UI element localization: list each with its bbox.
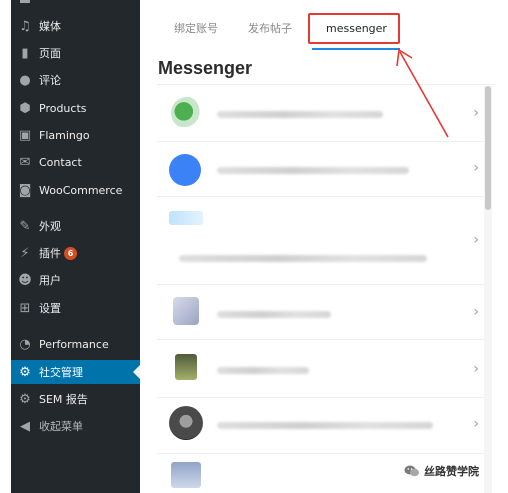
sidebar-item-label: Performance xyxy=(39,337,109,351)
sidebar-item-label: 媒体 xyxy=(39,20,61,33)
list-scrollbar[interactable] xyxy=(484,86,492,493)
sidebar-item-label: Flamingo xyxy=(39,128,90,142)
brush-icon: ✎ xyxy=(19,218,31,234)
sidebar-item-label: 收起菜单 xyxy=(39,420,83,433)
chevron-right-icon[interactable]: › xyxy=(473,233,479,247)
products-icon: ⬢ xyxy=(19,100,31,116)
comment-icon: ● xyxy=(19,72,31,88)
chevron-right-icon[interactable]: › xyxy=(473,161,479,175)
performance-icon: ◔ xyxy=(19,336,31,352)
avatar xyxy=(169,154,201,186)
sidebar-item-label: 外观 xyxy=(39,220,61,233)
chevron-right-icon[interactable]: › xyxy=(473,106,479,120)
redacted-page-name xyxy=(217,367,309,374)
tab-bind-account[interactable]: 绑定账号 xyxy=(174,14,218,42)
sidebar-collapse-menu[interactable]: ◀ 收起菜单 xyxy=(11,414,140,438)
page-title: Messenger xyxy=(158,58,253,78)
sidebar-item-flamingo[interactable]: ▣ Flamingo xyxy=(11,123,140,147)
woo-icon: ◙ xyxy=(18,182,32,198)
sidebar-item-settings[interactable]: ⊞ 设置 xyxy=(11,296,140,320)
list-item[interactable]: › xyxy=(157,142,487,197)
sidebar-item-woocommerce[interactable]: ◙ WooCommerce xyxy=(11,178,140,202)
media-icon: ♫ xyxy=(19,18,31,34)
sidebar-item-performance[interactable]: ◔ Performance xyxy=(11,332,140,356)
sidebar-item-label: Contact xyxy=(39,155,82,169)
admin-sidebar: ▬ ♫ 媒体 ▮ 页面 ● 评论 ⬢ Products ▣ Flamingo ✉… xyxy=(11,0,140,493)
sidebar-item-social-management[interactable]: ⚙ 社交管理 xyxy=(11,360,140,384)
settings-icon: ⊞ xyxy=(19,300,31,316)
plugin-icon: ⚡ xyxy=(20,245,30,261)
active-tab-indicator xyxy=(312,48,400,50)
avatar xyxy=(173,297,199,325)
sidebar-item-label: 社交管理 xyxy=(39,366,83,379)
user-icon: ☻ xyxy=(18,272,32,288)
avatar xyxy=(169,406,203,440)
sidebar-item-appearance[interactable]: ✎ 外观 xyxy=(11,214,140,238)
sidebar-item-label: SEM 报告 xyxy=(39,393,88,406)
sidebar-item-users[interactable]: ☻ 用户 xyxy=(11,268,140,292)
sidebar-item-media[interactable]: ♫ 媒体 xyxy=(11,14,140,38)
collapse-icon: ◀ xyxy=(20,418,30,434)
annotation-highlight-box xyxy=(308,13,400,44)
sidebar-item-contact[interactable]: ✉ Contact xyxy=(11,150,140,174)
sidebar-item-label: 页面 xyxy=(39,47,61,60)
update-count-badge: 6 xyxy=(64,246,77,260)
gear-icon: ⚙ xyxy=(19,364,31,380)
sidebar-item-label: 用户 xyxy=(39,274,61,287)
list-item[interactable]: › xyxy=(157,285,487,340)
mail-icon: ✉ xyxy=(19,154,31,170)
watermark-label: 丝路赞学院 xyxy=(424,465,479,478)
sidebar-item-label: 评论 xyxy=(39,74,61,87)
flamingo-icon: ▣ xyxy=(18,127,32,143)
redacted-page-name xyxy=(217,167,409,174)
scrollbar-thumb[interactable] xyxy=(485,86,491,210)
list-item[interactable]: › xyxy=(157,197,487,285)
sidebar-item-label: WooCommerce xyxy=(39,183,123,197)
wechat-icon xyxy=(404,465,419,477)
messenger-page-list: › › › › › › xyxy=(157,84,495,493)
sidebar-item-cropped[interactable]: ▬ xyxy=(11,0,140,12)
avatar xyxy=(171,462,201,488)
list-item[interactable]: › xyxy=(157,340,487,398)
cropped-icon: ▬ xyxy=(18,0,32,8)
list-item[interactable]: › xyxy=(157,85,487,142)
sidebar-item-label: Products xyxy=(39,101,87,115)
sidebar-item-products[interactable]: ⬢ Products xyxy=(11,96,140,120)
avatar xyxy=(169,211,203,225)
redacted-page-name xyxy=(217,311,331,318)
redacted-page-name xyxy=(217,111,383,118)
tab-publish-post[interactable]: 发布帖子 xyxy=(248,14,292,42)
tab-bar: 绑定账号 发布帖子 messenger xyxy=(140,0,508,52)
chevron-right-icon[interactable]: › xyxy=(473,417,479,431)
main-content: 绑定账号 发布帖子 messenger Messenger › › › › › … xyxy=(140,0,508,493)
avatar xyxy=(175,354,197,380)
sidebar-item-label: 插件 xyxy=(39,247,61,260)
sidebar-item-pages[interactable]: ▮ 页面 xyxy=(11,41,140,65)
avatar xyxy=(171,97,203,129)
sidebar-item-plugins[interactable]: ⚡ 插件 6 xyxy=(11,241,140,265)
chevron-right-icon[interactable]: › xyxy=(473,305,479,319)
sidebar-item-comments[interactable]: ● 评论 xyxy=(11,68,140,92)
sidebar-item-sem-report[interactable]: ⚙ SEM 报告 xyxy=(11,387,140,411)
redacted-page-name xyxy=(217,422,433,429)
sidebar-item-label: 设置 xyxy=(39,302,61,315)
redacted-page-name xyxy=(179,255,427,262)
watermark: 丝路赞学院 xyxy=(404,460,479,482)
page-icon: ▮ xyxy=(21,45,29,61)
gear-icon: ⚙ xyxy=(19,391,31,407)
chevron-right-icon[interactable]: › xyxy=(473,362,479,376)
list-item[interactable]: › xyxy=(157,398,487,454)
